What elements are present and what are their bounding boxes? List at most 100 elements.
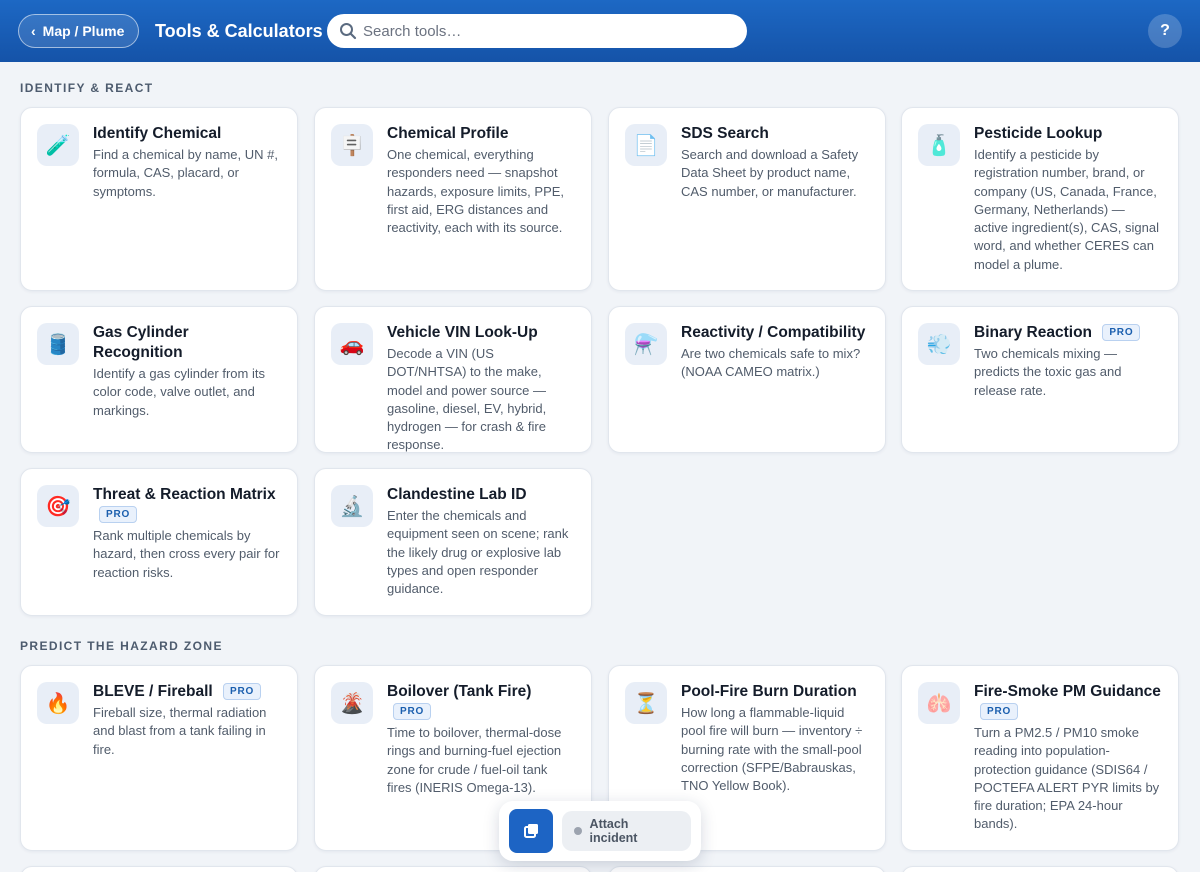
card-title-row: BLEVE / Fireball PRO [93,682,281,702]
card-title: Pesticide Lookup [974,125,1103,142]
pro-badge: PRO [1102,324,1141,342]
hourglass-icon-glyph: ⏳ [633,691,659,715]
placard-icon-glyph: 🪧 [339,133,365,157]
spray-bottle-icon-glyph: 🧴 [926,133,952,157]
card-body: Clandestine Lab ID Enter the chemicals an… [387,485,575,603]
card-title: Pool-Fire Burn Duration [681,683,857,700]
card-body: Pesticide Lookup Identify a pesticide by … [974,124,1162,278]
card-title: Vehicle VIN Look-Up [387,324,538,341]
search-icon [340,23,357,40]
attach-incident-label: Attach incident [589,817,638,845]
pro-badge: PRO [223,683,262,701]
tool-card[interactable]: 🛢️ Gas Cylinder Recognition Identify a gas… [20,306,298,453]
card-description: Fireball size, thermal radiation and bla… [93,705,267,757]
top-bar: ‹ Map / Plume Tools & Calculators ? [0,0,1200,62]
card-title: Gas Cylinder Recognition [93,324,189,361]
lungs-icon: 🫁 [918,682,960,724]
fire-icon: 🔥 [37,682,79,724]
car-icon: 🚗 [331,323,373,365]
section-label: PREDICT THE HAZARD ZONE [20,639,223,653]
card-title: BLEVE / Fireball [93,683,213,700]
card-description: Time to boilover, thermal-dose rings and… [387,725,562,795]
spray-bottle-icon: 🧴 [918,124,960,166]
card-description: Are two chemicals safe to mix? (NOAA CAM… [681,346,861,380]
card-title: Boilover (Tank Fire) [387,683,532,700]
card-title-row: Pool-Fire Burn Duration [681,682,869,702]
card-title-row: Fire-Smoke PM Guidance PRO [974,682,1162,722]
card-title-row: Chemical Profile [387,124,575,144]
document-icon-glyph: 📄 [633,133,659,157]
tool-card-partial[interactable] [314,866,592,872]
microscope-icon: 🔬 [331,485,373,527]
card-description: One chemical, everything responders need… [387,147,565,236]
back-button[interactable]: ‹ Map / Plume [18,14,139,48]
section-label: IDENTIFY & REACT [20,81,154,95]
car-icon-glyph: 🚗 [339,332,365,356]
microscope-icon-glyph: 🔬 [339,494,365,518]
help-button[interactable]: ? [1148,14,1182,48]
card-title: Identify Chemical [93,125,222,142]
card-title-row: Vehicle VIN Look-Up [387,323,575,343]
tool-card[interactable]: 💨 Binary Reaction PRO Two chemicals mixing… [901,306,1179,453]
tool-card[interactable]: 🚗 Vehicle VIN Look-Up Decode a VIN (US DOT… [314,306,592,453]
tool-card[interactable]: 🔥 BLEVE / Fireball PRO Fireball size, ther… [20,665,298,851]
card-title-row: Identify Chemical [93,124,281,144]
tool-card[interactable]: 🧪 Identify Chemical Find a chemical by nam… [20,107,298,291]
card-body: Reactivity / Compatibility Are two chemic… [681,323,869,440]
tool-card[interactable]: 🔬 Clandestine Lab ID Enter the chemicals a… [314,468,592,616]
floating-action-bar: Attach incident [499,801,701,861]
card-title: Chemical Profile [387,125,509,142]
tool-card[interactable]: ⚗️ Reactivity / Compatibility Are two chem… [608,306,886,453]
tool-card-partial[interactable] [608,866,886,872]
card-title-row: Binary Reaction PRO [974,323,1162,343]
card-title-row: SDS Search [681,124,869,144]
card-title: SDS Search [681,125,769,142]
card-description: Find a chemical by name, UN #, formula, … [93,147,278,199]
card-title: Fire-Smoke PM Guidance [974,683,1161,700]
card-title: Threat & Reaction Matrix [93,486,276,503]
fire-icon-glyph: 🔥 [45,691,71,715]
tool-card[interactable]: 🧴 Pesticide Lookup Identify a pesticide by… [901,107,1179,291]
attach-incident-button[interactable]: Attach incident [561,811,691,851]
flask-icon-glyph: ⚗️ [633,332,659,356]
card-description: Two chemicals mixing — predicts the toxi… [974,346,1122,398]
volcano-icon-glyph: 🌋 [339,691,365,715]
card-body: Gas Cylinder Recognition Identify a gas c… [93,323,281,440]
pro-badge: PRO [393,703,432,721]
tool-card[interactable]: 🪧 Chemical Profile One chemical, everythin… [314,107,592,291]
card-description: How long a flammable-liquid pool fire wi… [681,705,863,794]
card-body: Fire-Smoke PM Guidance PRO Turn a PM2.5 /… [974,682,1162,838]
tool-card[interactable]: 🫁 Fire-Smoke PM Guidance PRO Turn a PM2.5 … [901,665,1179,851]
card-description: Enter the chemicals and equipment seen o… [387,508,569,597]
card-body: Vehicle VIN Look-Up Decode a VIN (US DOT/… [387,323,575,452]
search-bar[interactable] [327,14,747,48]
card-title-row: Boilover (Tank Fire) PRO [387,682,575,722]
card-body: Threat & Reaction Matrix PRO Rank multipl… [93,485,281,603]
card-body: Chemical Profile One chemical, everything… [387,124,575,278]
tool-card[interactable]: 📄 SDS Search Search and download a Safety … [608,107,886,291]
card-title-row: Reactivity / Compatibility [681,323,869,343]
card-title-row: Gas Cylinder Recognition [93,323,281,363]
card-title-row: Pesticide Lookup [974,124,1162,144]
gas-cloud-icon-glyph: 💨 [926,332,952,356]
tool-card[interactable]: 🎯 Threat & Reaction Matrix PRO Rank multip… [20,468,298,616]
card-title: Clandestine Lab ID [387,486,527,503]
pro-badge: PRO [99,506,138,524]
tool-card-partial[interactable] [901,866,1179,872]
search-input[interactable] [363,22,735,40]
card-description: Turn a PM2.5 / PM10 smoke reading into p… [974,725,1160,832]
volcano-icon: 🌋 [331,682,373,724]
cylinder-icon-glyph: 🛢️ [45,332,71,356]
tool-card-partial[interactable] [20,866,298,872]
copy-button[interactable] [509,809,553,853]
test-tube-icon: 🧪 [37,124,79,166]
pro-badge: PRO [980,703,1019,721]
card-title-row: Clandestine Lab ID [387,485,575,505]
card-body: Identify Chemical Find a chemical by name… [93,124,281,278]
card-title: Reactivity / Compatibility [681,324,866,341]
hourglass-icon: ⏳ [625,682,667,724]
copy-icon [523,824,538,838]
chevron-left-icon: ‹ [31,23,36,39]
card-description: Identify a gas cylinder from its color c… [93,366,265,418]
test-tube-icon-glyph: 🧪 [45,133,71,157]
